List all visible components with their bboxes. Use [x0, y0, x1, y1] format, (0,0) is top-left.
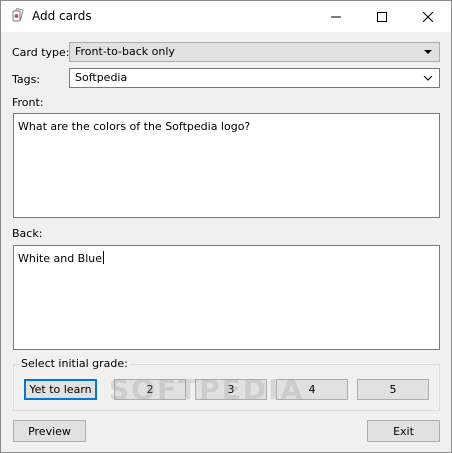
- add-cards-window: Add cards Card type: Front-to-back only …: [0, 0, 452, 453]
- exit-button-label: Exit: [393, 424, 414, 438]
- front-text: What are the colors of the Softpedia log…: [18, 120, 251, 133]
- text-caret: [103, 251, 105, 264]
- grade-button-label: 5: [389, 383, 397, 396]
- grade-4-button[interactable]: 4: [276, 379, 348, 400]
- card-type-select[interactable]: Front-to-back only: [69, 42, 440, 62]
- grade-3-button[interactable]: 3: [195, 379, 267, 400]
- back-textarea[interactable]: White and Blue: [13, 245, 440, 350]
- chevron-down-icon[interactable]: [422, 72, 434, 84]
- preview-button[interactable]: Preview: [13, 420, 86, 442]
- dropdown-arrow-icon: [424, 50, 432, 54]
- title-bar: Add cards: [1, 1, 451, 32]
- back-text: White and Blue: [18, 252, 103, 265]
- grade-2-button[interactable]: 2: [114, 379, 186, 400]
- front-label: Front:: [12, 96, 44, 109]
- close-icon: [423, 11, 433, 22]
- back-label: Back:: [12, 227, 43, 240]
- tags-label: Tags:: [12, 73, 41, 86]
- grade-5-button[interactable]: 5: [357, 379, 429, 400]
- card-type-value: Front-to-back only: [75, 45, 175, 58]
- close-button[interactable]: [405, 1, 451, 32]
- grade-button-label: 4: [308, 383, 316, 396]
- exit-button[interactable]: Exit: [367, 420, 440, 442]
- cards-app-icon: [10, 8, 26, 24]
- minimize-icon: [331, 16, 341, 17]
- grade-yet-to-learn-button[interactable]: Yet to learn: [24, 379, 97, 400]
- maximize-icon: [377, 11, 387, 22]
- tags-combo[interactable]: Softpedia: [69, 68, 440, 88]
- grade-button-label: 3: [227, 383, 235, 396]
- maximize-button[interactable]: [359, 1, 405, 32]
- grade-group-title: Select initial grade:: [19, 357, 130, 370]
- grade-button-label: Yet to learn: [29, 383, 92, 396]
- preview-button-label: Preview: [28, 424, 71, 438]
- window-title: Add cards: [32, 9, 92, 23]
- front-textarea[interactable]: What are the colors of the Softpedia log…: [13, 113, 440, 218]
- card-type-label: Card type:: [12, 46, 70, 59]
- tags-value: Softpedia: [75, 71, 128, 84]
- grade-button-label: 2: [146, 383, 154, 396]
- minimize-button[interactable]: [313, 1, 359, 32]
